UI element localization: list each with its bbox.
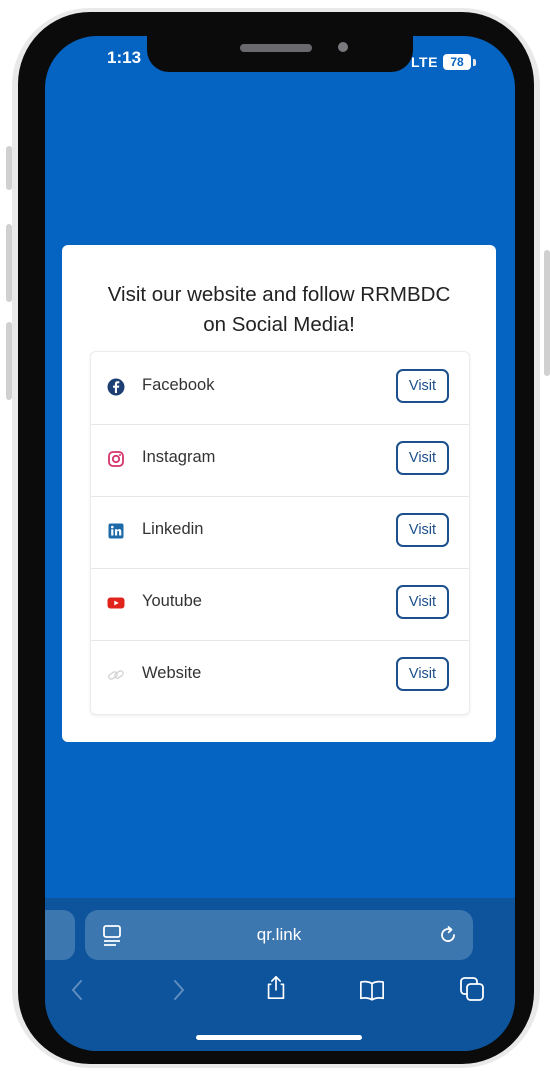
tabs-icon[interactable] (459, 976, 485, 1002)
card-title-line-2: on Social Media! (203, 313, 355, 336)
list-item-linkedin: Linkedin Visit (91, 496, 469, 569)
link-label: Instagram (142, 448, 216, 466)
link-label: Website (142, 664, 202, 682)
linkedin-icon (108, 523, 124, 539)
list-item-instagram: Instagram Visit (91, 424, 469, 497)
card-title: Visit our website and follow RRMBDC on S… (62, 280, 496, 340)
visit-button-instagram[interactable]: Visit (396, 441, 449, 475)
status-time: 1:13 (107, 48, 142, 67)
visit-button-youtube[interactable]: Visit (396, 585, 449, 619)
battery-nub (473, 59, 476, 66)
youtube-icon (107, 597, 125, 609)
network-indicator: LTE (411, 54, 438, 70)
phone-screen: 1:13 LTE 78 Visit our website and follow… (45, 36, 515, 1051)
share-icon[interactable] (263, 975, 289, 1001)
bookmarks-icon[interactable] (359, 977, 385, 1003)
links-list: Facebook Visit Instagram Visit Linkedin … (90, 351, 470, 715)
visit-button-website[interactable]: Visit (396, 657, 449, 691)
mute-switch (6, 146, 12, 190)
volume-down-button (6, 322, 12, 400)
front-camera (338, 42, 348, 52)
volume-up-button (6, 224, 12, 302)
list-item-youtube: Youtube Visit (91, 568, 469, 641)
link-icon (108, 670, 124, 680)
instagram-icon (108, 451, 124, 467)
visit-button-linkedin[interactable]: Visit (396, 513, 449, 547)
power-button (544, 250, 550, 376)
facebook-icon (107, 378, 125, 396)
link-label: Youtube (142, 592, 202, 610)
speaker (240, 44, 312, 52)
card-title-line-1: Visit our website and follow RRMBDC (107, 283, 451, 306)
battery-icon: 78 (443, 54, 471, 70)
list-item-facebook: Facebook Visit (91, 352, 469, 425)
list-item-website: Website Visit (91, 640, 469, 712)
link-label: Facebook (142, 376, 215, 394)
notch (147, 36, 413, 72)
social-links-card: Visit our website and follow RRMBDC on S… (62, 245, 496, 742)
address-bar[interactable]: qr.link (85, 910, 473, 960)
back-icon[interactable] (65, 977, 91, 1003)
forward-icon[interactable] (165, 977, 191, 1003)
previous-tab-preview[interactable] (45, 910, 75, 960)
home-indicator (196, 1035, 362, 1040)
visit-button-facebook[interactable]: Visit (396, 369, 449, 403)
link-label: Linkedin (142, 520, 204, 538)
url-text: qr.link (256, 925, 302, 944)
reload-icon[interactable] (437, 924, 459, 946)
